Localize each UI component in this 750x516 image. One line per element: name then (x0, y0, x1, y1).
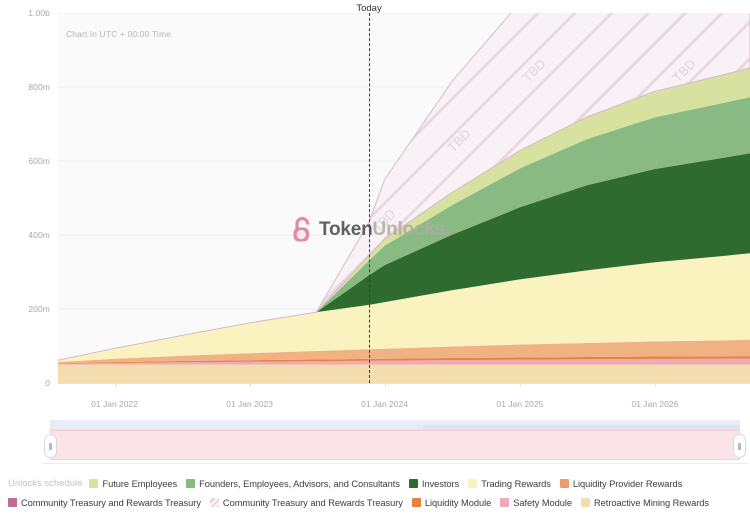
legend-label: Investors (421, 478, 460, 489)
legend-swatch (186, 479, 196, 488)
y-tick-label: 200m (28, 304, 50, 314)
range-slider[interactable] (42, 420, 748, 464)
x-tick (114, 383, 116, 387)
legend-swatch (581, 498, 591, 507)
legend-item[interactable]: Liquidity Module (411, 497, 492, 508)
legend-item[interactable]: Retroactive Mining Rewards (581, 498, 709, 508)
legend-item[interactable]: Future Employees (89, 479, 177, 489)
legend-label: Safety Module (513, 497, 573, 508)
legend-item[interactable]: Trading Rewards (468, 479, 551, 489)
x-tick-label: 01 Jan 2025 (496, 399, 544, 409)
legend-swatch (209, 498, 219, 507)
legend-item[interactable]: Safety Module (500, 498, 572, 508)
legend-label: Future Employees (102, 478, 178, 489)
y-tick-label: 600m (28, 156, 50, 166)
legend-label: Liquidity Module (424, 497, 492, 508)
legend-swatch (500, 498, 510, 507)
plot-area: Chart in UTC + 00:00 Time TBD TBD (58, 13, 750, 383)
y-tick-label: 800m (28, 82, 50, 92)
legend-row-2: Community Treasury and Rewards Treasury C… (8, 493, 744, 512)
legend-item[interactable]: Investors (408, 478, 460, 489)
legend-label: Community Treasury and Rewards Treasury (21, 497, 201, 508)
today-label: Today (356, 3, 382, 14)
range-slider-handle-left[interactable] (44, 434, 57, 458)
range-slider-handle-right[interactable] (733, 434, 746, 458)
legend-label: Liquidity Provider Rewards (572, 478, 683, 489)
x-tick (384, 383, 386, 387)
y-axis: 200m 400m 600m 800m 1.00b (8, 0, 50, 415)
token-unlocks-chart-page: 200m 400m 600m 800m 1.00b Chart in UTC + 00:… (0, 0, 750, 516)
legend-swatch (8, 498, 17, 507)
legend-swatch (411, 498, 421, 507)
x-tick-label: 01 Jan 2022 (91, 399, 138, 409)
legend-item[interactable]: Community Treasury and Rewards Treasury (209, 497, 403, 508)
legend-item[interactable]: Liquidity Provider Rewards (559, 478, 683, 489)
x-tick-label: 01 Jan 2026 (631, 399, 679, 409)
legend-swatch (408, 479, 418, 488)
today-marker-line (369, 13, 371, 383)
range-slider-selection[interactable] (50, 430, 740, 460)
stacked-area-svg: TBD TBD (58, 13, 750, 383)
range-slider-overview (50, 420, 740, 430)
x-tick-label: 01 Jan 2023 (226, 399, 273, 409)
x-axis-line (58, 383, 750, 384)
x-tick-label: 01 Jan 2024 (361, 399, 408, 409)
range-slider-overview-series (422, 425, 740, 429)
x-tick (654, 383, 656, 387)
legend-label: Community Treasury and Rewards Treasury (222, 497, 403, 508)
x-tick (249, 383, 251, 387)
y-tick-zero: 0 (45, 378, 50, 388)
legend-label: Founders, Employees, Advisors, and Consu… (199, 478, 400, 489)
legend-item[interactable]: Community Treasury and Rewards Treasury (8, 498, 201, 508)
area-series (58, 364, 750, 383)
legend-swatch (559, 479, 569, 488)
legend-label: Retroactive Mining Rewards (594, 497, 709, 508)
legend-swatch (89, 479, 99, 488)
range-slider-baseline (42, 463, 748, 464)
legend-row-1: Unlocks schedule Future Employees Founder… (8, 474, 744, 493)
legend-swatch (468, 479, 478, 488)
chart-frame: 200m 400m 600m 800m 1.00b Chart in UTC + 00:… (0, 0, 750, 415)
legend: Unlocks schedule Future Employees Founder… (0, 470, 750, 516)
x-tick (519, 383, 521, 387)
legend-label: Trading Rewards (481, 478, 551, 489)
y-tick-label: 1.00b (28, 8, 50, 18)
legend-title: Unlocks schedule (8, 478, 83, 489)
legend-item[interactable]: Founders, Employees, Advisors, and Consu… (186, 479, 400, 489)
y-tick-label: 400m (28, 230, 50, 240)
